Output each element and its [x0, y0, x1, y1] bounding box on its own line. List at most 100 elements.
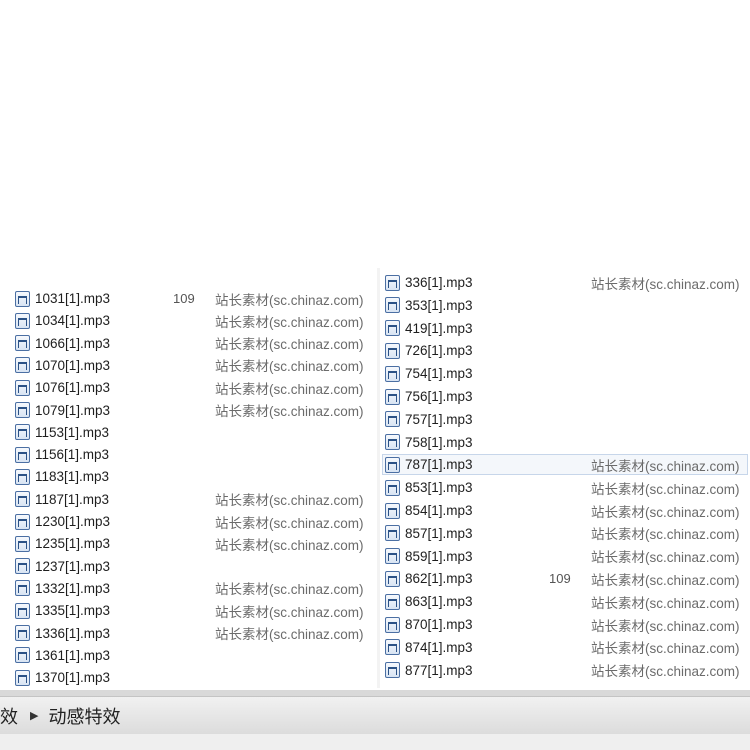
file-row[interactable]: 854[1].mp3 站长素材(sc.chinaz.com): [382, 500, 748, 521]
file-row[interactable]: 1076[1].mp3 站长素材(sc.chinaz.com): [12, 377, 374, 398]
file-name: 1237[1].mp3: [35, 558, 111, 574]
audio-file-icon: [385, 479, 400, 496]
file-name: 758[1].mp3: [405, 434, 473, 450]
file-name: 862[1].mp3: [405, 571, 473, 587]
file-name: 1031[1].mp3: [35, 291, 111, 306]
file-description: 站长素材(sc.chinaz.com): [591, 504, 740, 520]
file-description: 站长素材(sc.chinaz.com): [591, 664, 740, 680]
file-row[interactable]: 1335[1].mp3 站长素材(sc.chinaz.com): [12, 600, 374, 621]
file-name: 1156[1].mp3: [35, 447, 110, 463]
audio-file-icon: [15, 312, 30, 329]
audio-file-icon: [15, 402, 30, 418]
file-description: 站长素材(sc.chinaz.com): [591, 458, 740, 474]
file-description: 站长素材(sc.chinaz.com): [215, 537, 364, 553]
file-row[interactable]: 1336[1].mp3 站长素材(sc.chinaz.com): [12, 623, 374, 644]
audio-file-icon: [385, 434, 400, 451]
bottom-strip: [0, 734, 750, 750]
audio-file-icon: [15, 513, 30, 530]
audio-file-icon: [385, 662, 400, 679]
file-row[interactable]: 1237[1].mp3: [12, 556, 374, 577]
audio-file-icon: [15, 558, 30, 575]
audio-file-icon: [15, 468, 30, 485]
file-row[interactable]: 874[1].mp3 站长素材(sc.chinaz.com): [382, 637, 748, 658]
file-row[interactable]: 758[1].mp3: [382, 432, 748, 453]
audio-file-icon: [385, 365, 400, 382]
file-row[interactable]: 853[1].mp3 站长素材(sc.chinaz.com): [382, 477, 748, 498]
file-row[interactable]: 1332[1].mp3 站长素材(sc.chinaz.com): [12, 578, 374, 599]
file-name: 859[1].mp3: [405, 548, 473, 564]
file-name: 1230[1].mp3: [35, 514, 111, 529]
file-row[interactable]: 756[1].mp3: [382, 386, 748, 407]
file-description: 站长素材(sc.chinaz.com): [591, 527, 740, 543]
file-row[interactable]: 1183[1].mp3: [12, 466, 374, 487]
file-name: 1066[1].mp3: [35, 335, 111, 351]
file-number: 109: [173, 291, 195, 306]
audio-file-icon: [385, 388, 400, 405]
breadcrumb: 效 ▶ 动感特效: [0, 696, 750, 734]
audio-file-icon: [385, 456, 400, 473]
file-number: 109: [549, 571, 571, 587]
audio-file-icon: [15, 535, 30, 552]
file-row[interactable]: 353[1].mp3: [382, 295, 748, 316]
file-row[interactable]: 1361[1].mp3: [12, 645, 374, 666]
file-name: 1335[1].mp3: [35, 603, 111, 619]
file-row[interactable]: 1034[1].mp3 站长素材(sc.chinaz.com): [12, 310, 374, 331]
file-row[interactable]: 726[1].mp3: [382, 340, 748, 361]
file-row[interactable]: 336[1].mp3 站长素材(sc.chinaz.com): [382, 272, 748, 293]
file-row[interactable]: 757[1].mp3: [382, 409, 748, 430]
file-description: 站长素材(sc.chinaz.com): [215, 404, 364, 419]
file-row[interactable]: 1066[1].mp3 站长素材(sc.chinaz.com): [12, 333, 374, 354]
triangle-right-icon[interactable]: ▶: [30, 709, 38, 722]
audio-file-icon: [15, 602, 30, 619]
file-row[interactable]: 1079[1].mp3 站长素材(sc.chinaz.com): [12, 400, 374, 421]
file-name: 726[1].mp3: [405, 343, 473, 359]
file-row[interactable]: 1235[1].mp3 站长素材(sc.chinaz.com): [12, 533, 374, 554]
audio-file-icon: [385, 502, 400, 519]
file-description: 站长素材(sc.chinaz.com): [215, 381, 364, 397]
file-name: 336[1].mp3: [405, 275, 473, 290]
file-row[interactable]: 862[1].mp3 109 站长素材(sc.chinaz.com): [382, 568, 748, 589]
file-description: 站长素材(sc.chinaz.com): [215, 314, 364, 330]
file-description: 站长素材(sc.chinaz.com): [591, 572, 740, 588]
file-name: 1370[1].mp3: [35, 670, 111, 686]
audio-file-icon: [385, 548, 400, 565]
file-description: 站长素材(sc.chinaz.com): [591, 550, 740, 566]
file-list-left[interactable]: 1031[1].mp3 109 站长素材(sc.chinaz.com) 1034[1]…: [0, 268, 378, 688]
file-row[interactable]: 1230[1].mp3 站长素材(sc.chinaz.com): [12, 511, 374, 532]
file-description: 站长素材(sc.chinaz.com): [215, 604, 364, 620]
audio-file-icon: [385, 593, 400, 610]
file-row[interactable]: 870[1].mp3 站长素材(sc.chinaz.com): [382, 614, 748, 635]
file-row[interactable]: 857[1].mp3 站长素材(sc.chinaz.com): [382, 523, 748, 544]
file-row[interactable]: 1370[1].mp3: [12, 667, 374, 688]
file-description: 站长素材(sc.chinaz.com): [591, 618, 740, 634]
breadcrumb-current[interactable]: 动感特效: [48, 703, 120, 729]
file-row[interactable]: 877[1].mp3 站长素材(sc.chinaz.com): [382, 660, 748, 681]
file-description: 站长素材(sc.chinaz.com): [591, 481, 740, 497]
file-row[interactable]: 754[1].mp3: [382, 363, 748, 384]
audio-file-icon: [15, 491, 30, 508]
audio-file-icon: [15, 379, 30, 396]
file-name: 1079[1].mp3: [35, 402, 111, 418]
file-row[interactable]: 1070[1].mp3 站长素材(sc.chinaz.com): [12, 355, 374, 376]
audio-file-icon: [385, 639, 400, 656]
file-list-right[interactable]: 336[1].mp3 站长素材(sc.chinaz.com) 353[1].mp3 4…: [380, 268, 750, 688]
file-name: 870[1].mp3: [405, 617, 473, 632]
file-name: 877[1].mp3: [405, 662, 473, 678]
file-name: 1361[1].mp3: [35, 647, 111, 663]
file-row[interactable]: 859[1].mp3 站长素材(sc.chinaz.com): [382, 546, 748, 567]
audio-file-icon: [15, 580, 30, 597]
audio-file-icon: [385, 297, 400, 314]
audio-file-icon: [385, 320, 400, 337]
file-row[interactable]: 1187[1].mp3 站长素材(sc.chinaz.com): [12, 489, 374, 510]
file-row[interactable]: 787[1].mp3 站长素材(sc.chinaz.com): [382, 454, 748, 476]
file-name: 857[1].mp3: [405, 525, 473, 541]
file-row[interactable]: 1031[1].mp3 109 站长素材(sc.chinaz.com): [12, 288, 374, 309]
file-row[interactable]: 863[1].mp3 站长素材(sc.chinaz.com): [382, 591, 748, 612]
file-description: 站长素材(sc.chinaz.com): [215, 359, 364, 375]
file-row[interactable]: 419[1].mp3: [382, 318, 748, 339]
file-row[interactable]: 1156[1].mp3: [12, 444, 374, 465]
file-row[interactable]: 1153[1].mp3: [12, 422, 374, 443]
blank-area: [0, 0, 750, 268]
file-name: 757[1].mp3: [405, 411, 473, 427]
breadcrumb-parent[interactable]: 效: [0, 703, 18, 729]
